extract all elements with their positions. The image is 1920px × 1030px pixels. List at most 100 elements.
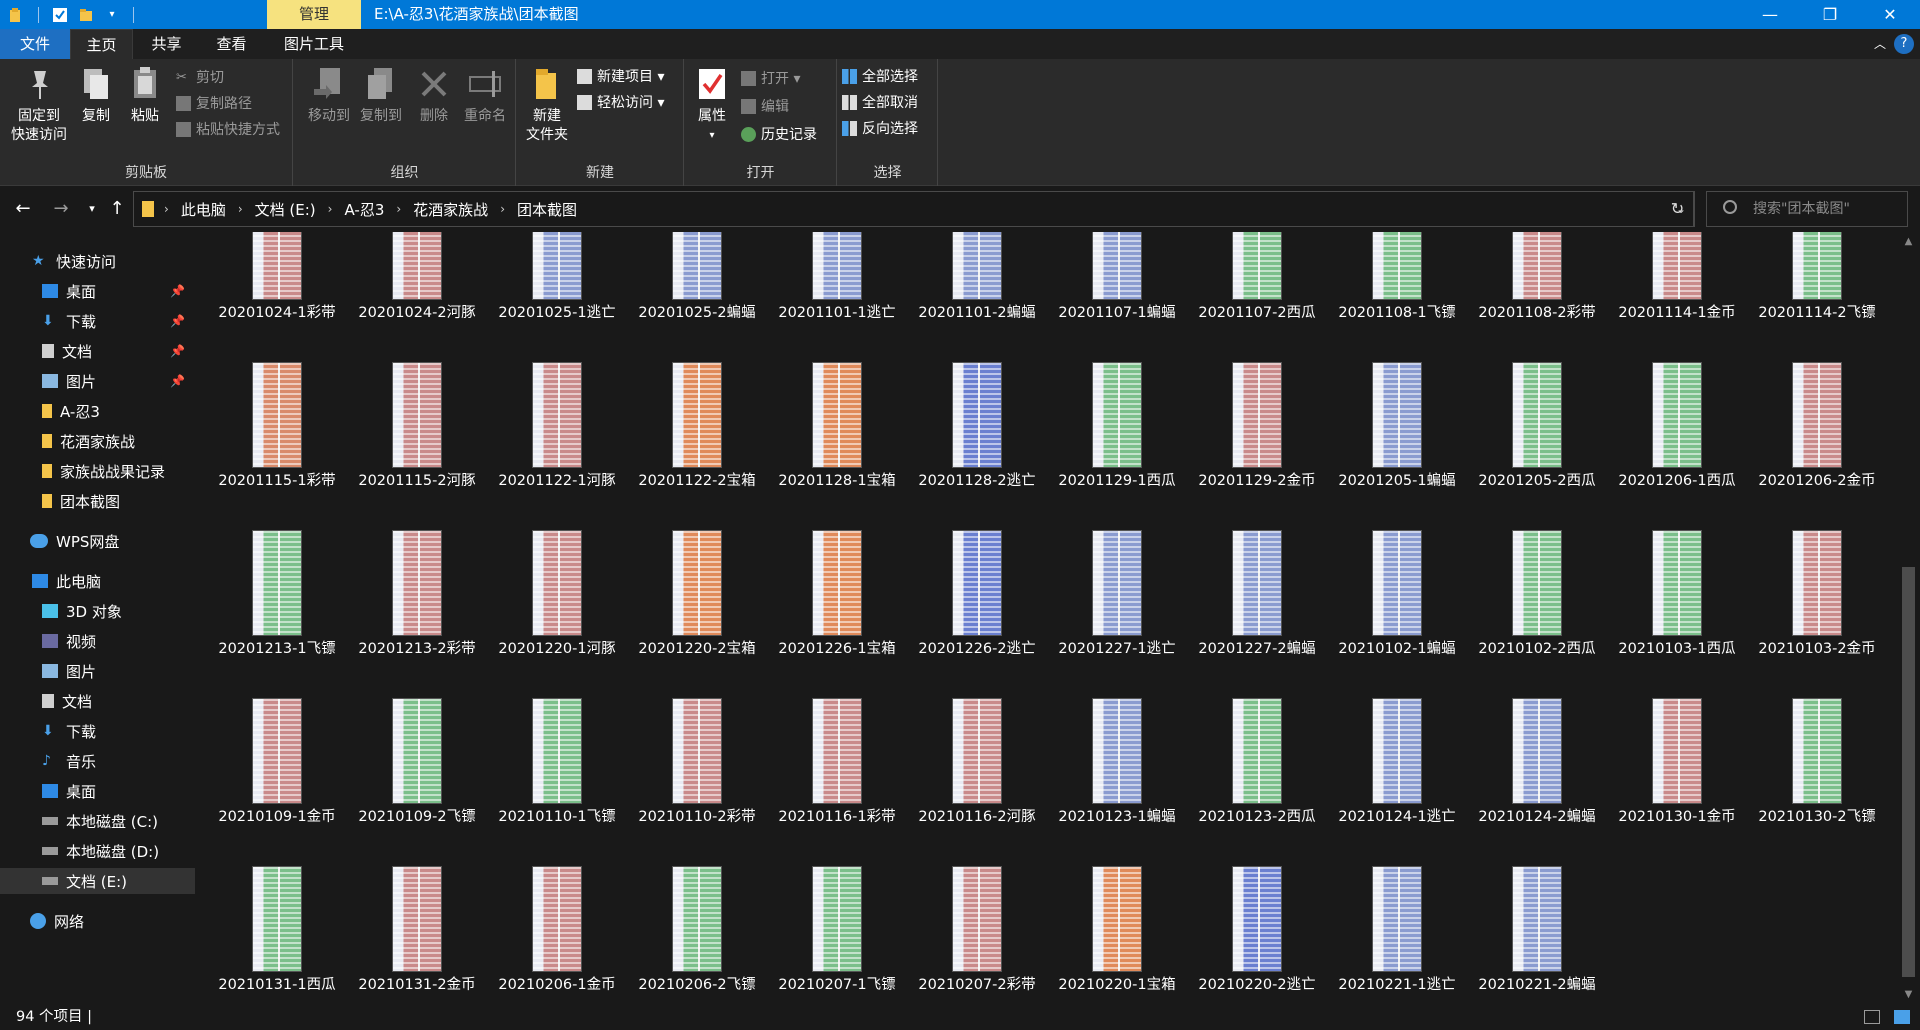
cut-button[interactable]: ✂ 剪切 — [176, 66, 224, 88]
file-item[interactable]: 20210206-2飞镖 — [627, 776, 767, 993]
file-item[interactable]: 20210124-2蝙蝠 — [1467, 608, 1607, 825]
properties-icon[interactable] — [52, 7, 68, 23]
rename-button[interactable]: 重命名 — [458, 65, 512, 126]
large-icons-view-icon[interactable] — [1894, 1010, 1910, 1024]
invert-selection-button[interactable]: 反向选择 — [842, 117, 918, 139]
file-item[interactable]: 20201226-1宝箱 — [767, 440, 907, 657]
file-item[interactable]: 20201115-2河豚 — [347, 272, 487, 489]
nav-desktop[interactable]: 桌面 📌 — [0, 278, 195, 304]
file-item[interactable]: 20210206-1金币 — [487, 776, 627, 993]
file-item[interactable]: 20201226-2逃亡 — [907, 440, 1047, 657]
tab-share[interactable]: 共享 — [135, 29, 198, 59]
tab-view[interactable]: 查看 — [199, 29, 264, 59]
file-item[interactable]: 20201108-1飞镖 — [1327, 232, 1467, 321]
back-button[interactable]: ← — [8, 186, 38, 232]
file-item[interactable]: 20201213-1飞镖 — [207, 440, 347, 657]
nav-3d-objects[interactable]: 3D 对象 — [0, 598, 195, 624]
select-all-button[interactable]: 全部选择 — [842, 65, 918, 87]
search-box[interactable] — [1706, 191, 1908, 227]
minimize-button[interactable]: — — [1740, 0, 1800, 29]
file-item[interactable]: 20201220-1河豚 — [487, 440, 627, 657]
file-item[interactable]: 20210123-1蝙蝠 — [1047, 608, 1187, 825]
forward-button[interactable]: → — [46, 186, 76, 232]
file-item[interactable]: 20210124-1逃亡 — [1327, 608, 1467, 825]
breadcrumb-separator[interactable]: › — [232, 202, 249, 216]
file-item[interactable]: 20210109-1金币 — [207, 608, 347, 825]
file-item[interactable]: 20210102-1蝙蝠 — [1327, 440, 1467, 657]
file-item[interactable]: 20210110-2彩带 — [627, 608, 767, 825]
edit-button[interactable]: 编辑 — [741, 95, 789, 117]
file-item[interactable]: 20201128-1宝箱 — [767, 272, 907, 489]
nav-pc-pictures[interactable]: 图片 — [0, 658, 195, 684]
file-item[interactable]: 20210220-1宝箱 — [1047, 776, 1187, 993]
help-icon[interactable]: ? — [1894, 34, 1914, 54]
file-item[interactable]: 20201220-2宝箱 — [627, 440, 767, 657]
file-item[interactable]: 20201205-2西瓜 — [1467, 272, 1607, 489]
address-bar[interactable]: › 此电脑 › 文档 (E:) › A-忍3 › 花酒家族战 › 团本截图 ⌄ — [133, 191, 1695, 227]
file-item[interactable]: 20201024-2河豚 — [347, 232, 487, 321]
breadcrumb-current[interactable]: 团本截图 — [511, 199, 583, 220]
breadcrumb-drive-e[interactable]: 文档 (E:) — [249, 199, 322, 220]
copy-button[interactable]: 复制 — [76, 65, 116, 126]
recent-locations-button[interactable]: ▾ — [82, 186, 102, 232]
nav-drive-e[interactable]: 文档 (E:) — [0, 868, 195, 894]
paste-button[interactable]: 粘贴 — [124, 65, 166, 126]
history-button[interactable]: 历史记录 — [741, 123, 817, 145]
file-item[interactable]: 20201205-1蝙蝠 — [1327, 272, 1467, 489]
tab-home[interactable]: 主页 — [70, 29, 133, 59]
nav-videos[interactable]: 视频 — [0, 628, 195, 654]
customize-dropdown-icon[interactable]: ▾ — [104, 7, 120, 23]
nav-documents[interactable]: 文档 📌 — [0, 338, 195, 364]
file-item[interactable]: 20201114-2飞镖 — [1747, 232, 1887, 321]
nav-downloads[interactable]: ⬇ 下载 📌 — [0, 308, 195, 334]
properties-dropdown-icon[interactable]: ▾ — [689, 126, 735, 145]
file-item[interactable]: 20210123-2西瓜 — [1187, 608, 1327, 825]
new-folder-button[interactable]: 新建 文件夹 — [523, 65, 571, 145]
file-item[interactable]: 20201129-1西瓜 — [1047, 272, 1187, 489]
nav-folder-war-records[interactable]: 家族战战果记录 — [0, 458, 195, 484]
file-item[interactable]: 20201024-1彩带 — [207, 232, 347, 321]
properties-button[interactable]: 属性 ▾ — [689, 65, 735, 145]
nav-drive-c[interactable]: 本地磁盘 (C:) — [0, 808, 195, 834]
nav-folder-family-war[interactable]: 花酒家族战 — [0, 428, 195, 454]
file-item[interactable]: 20210221-2蝙蝠 — [1467, 776, 1607, 993]
breadcrumb-separator[interactable]: › — [322, 202, 339, 216]
new-item-button[interactable]: 新建项目 ▾ — [577, 65, 664, 87]
file-item[interactable]: 20201227-1逃亡 — [1047, 440, 1187, 657]
file-item[interactable]: 20201114-1金币 — [1607, 232, 1747, 321]
paste-shortcut-button[interactable]: 粘贴快捷方式 — [176, 118, 280, 140]
nav-pc-downloads[interactable]: ⬇ 下载 — [0, 718, 195, 744]
file-item[interactable]: 20210131-2金币 — [347, 776, 487, 993]
file-item[interactable]: 20210207-1飞镖 — [767, 776, 907, 993]
copy-to-button[interactable]: 复制到 — [356, 65, 406, 126]
nav-this-pc[interactable]: 此电脑 — [0, 568, 195, 594]
file-item[interactable]: 20201101-2蝙蝠 — [907, 232, 1047, 321]
tab-picture-tools[interactable]: 图片工具 — [267, 29, 361, 59]
nav-network[interactable]: 网络 — [0, 908, 195, 934]
file-item[interactable]: 20210221-1逃亡 — [1327, 776, 1467, 993]
delete-button[interactable]: 删除 — [414, 65, 454, 126]
file-item[interactable]: 20201206-2金币 — [1747, 272, 1887, 489]
copy-path-button[interactable]: 复制路径 — [176, 92, 252, 114]
maximize-button[interactable]: ❐ — [1800, 0, 1860, 29]
file-item[interactable]: 20210103-1西瓜 — [1607, 440, 1747, 657]
search-input[interactable] — [1753, 192, 1903, 226]
file-item[interactable]: 20210109-2飞镖 — [347, 608, 487, 825]
tab-file[interactable]: 文件 — [0, 29, 70, 59]
file-item[interactable]: 20201101-1逃亡 — [767, 232, 907, 321]
nav-pc-desktop[interactable]: 桌面 — [0, 778, 195, 804]
file-item[interactable]: 20201108-2彩带 — [1467, 232, 1607, 321]
breadcrumb-family-war[interactable]: 花酒家族战 — [407, 199, 494, 220]
breadcrumb-separator[interactable]: › — [494, 202, 511, 216]
file-item[interactable]: 20201122-2宝箱 — [627, 272, 767, 489]
file-item[interactable]: 20201107-1蝙蝠 — [1047, 232, 1187, 321]
file-item[interactable]: 20210220-2逃亡 — [1187, 776, 1327, 993]
file-item[interactable]: 20210130-2飞镖 — [1747, 608, 1887, 825]
breadcrumb-a-ren3[interactable]: A-忍3 — [338, 199, 390, 220]
file-item[interactable]: 20210110-1飞镖 — [487, 608, 627, 825]
pin-quick-access-button[interactable]: 固定到 快速访问 — [6, 65, 72, 145]
breadcrumb-this-pc[interactable]: 此电脑 — [175, 199, 232, 220]
file-item[interactable]: 20201227-2蝙蝠 — [1187, 440, 1327, 657]
open-button[interactable]: 打开 ▾ — [741, 67, 800, 89]
breadcrumb-separator[interactable]: › — [158, 202, 175, 216]
